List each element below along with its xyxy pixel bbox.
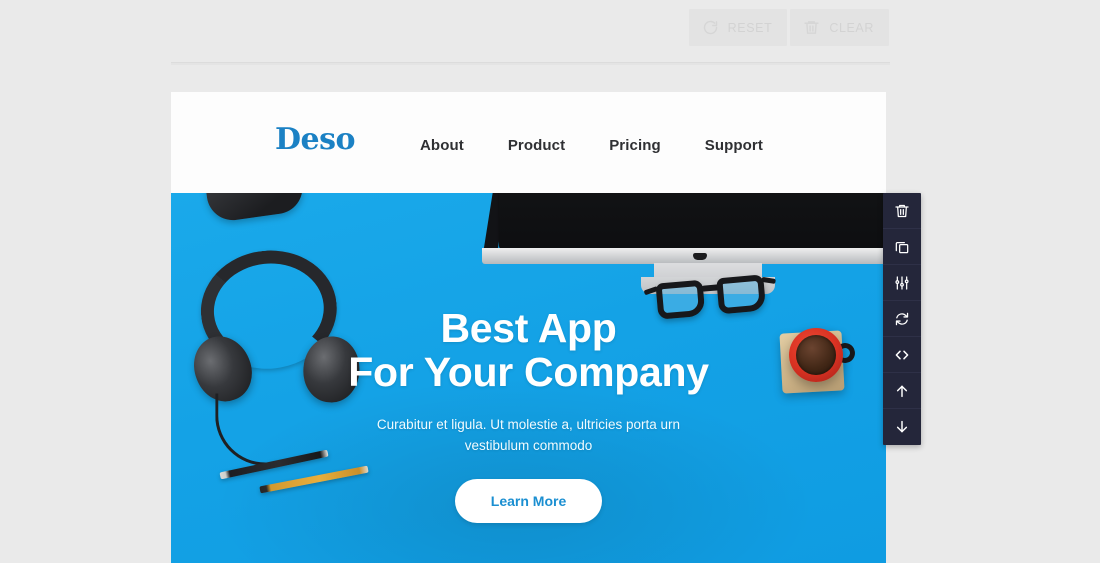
nav-item-about[interactable]: About — [420, 133, 464, 158]
trash-icon — [803, 19, 820, 36]
nav-item-product[interactable]: Product — [508, 133, 565, 158]
hero-block[interactable]: Best App For Your Company Curabitur et l… — [171, 193, 886, 563]
block-code-button[interactable] — [883, 337, 921, 373]
hero-title-line-2: For Your Company — [348, 348, 709, 395]
monitor-screen — [499, 193, 886, 249]
site-nav-block[interactable]: Deso About Product Pricing Support — [171, 92, 886, 193]
code-icon — [894, 347, 910, 363]
learn-more-button[interactable]: Learn More — [454, 478, 603, 523]
block-move-up-button[interactable] — [883, 373, 921, 409]
nav-item-pricing[interactable]: Pricing — [609, 133, 661, 158]
editor-topbar: RESET CLEAR — [0, 0, 1100, 65]
monitor-chin — [482, 248, 886, 264]
site-logo[interactable]: Deso — [275, 125, 356, 155]
nav-item-support[interactable]: Support — [705, 133, 763, 158]
site-nav-menu: About Product Pricing Support — [420, 133, 763, 158]
topbar-divider — [171, 62, 890, 65]
clear-button[interactable]: CLEAR — [790, 9, 889, 46]
arrow-down-icon — [894, 419, 910, 435]
hero-title-line-1: Best App — [440, 305, 617, 351]
block-delete-button[interactable] — [883, 193, 921, 229]
sliders-icon — [894, 275, 910, 291]
editor-topbar-actions: RESET CLEAR — [688, 9, 889, 46]
block-move-down-button[interactable] — [883, 409, 921, 445]
hero-title[interactable]: Best App For Your Company — [171, 305, 886, 395]
refresh-icon — [894, 311, 910, 327]
refresh-icon — [702, 19, 719, 36]
hero-subtitle[interactable]: Curabitur et ligula. Ut molestie a, ultr… — [171, 415, 886, 457]
clear-button-label: CLEAR — [829, 20, 874, 35]
reset-button-label: RESET — [727, 20, 773, 35]
editor-root: RESET CLEAR Deso About Product Pricing S… — [0, 0, 1100, 563]
block-swap-button[interactable] — [883, 301, 921, 337]
copy-icon — [894, 239, 910, 255]
block-duplicate-button[interactable] — [883, 229, 921, 265]
block-toolbar — [883, 193, 921, 445]
trash-icon — [894, 203, 910, 219]
block-settings-button[interactable] — [883, 265, 921, 301]
arrow-up-icon — [894, 383, 910, 399]
reset-button[interactable]: RESET — [688, 9, 788, 46]
page-canvas[interactable]: Deso About Product Pricing Support Best … — [171, 92, 886, 563]
hero-subtitle-line-1: Curabitur et ligula. Ut molestie a, ultr… — [376, 416, 681, 432]
hero-copy: Best App For Your Company Curabitur et l… — [171, 305, 886, 523]
hero-subtitle-line-2: vestibulum commodo — [464, 437, 593, 453]
speaker-left-decor — [204, 193, 306, 224]
